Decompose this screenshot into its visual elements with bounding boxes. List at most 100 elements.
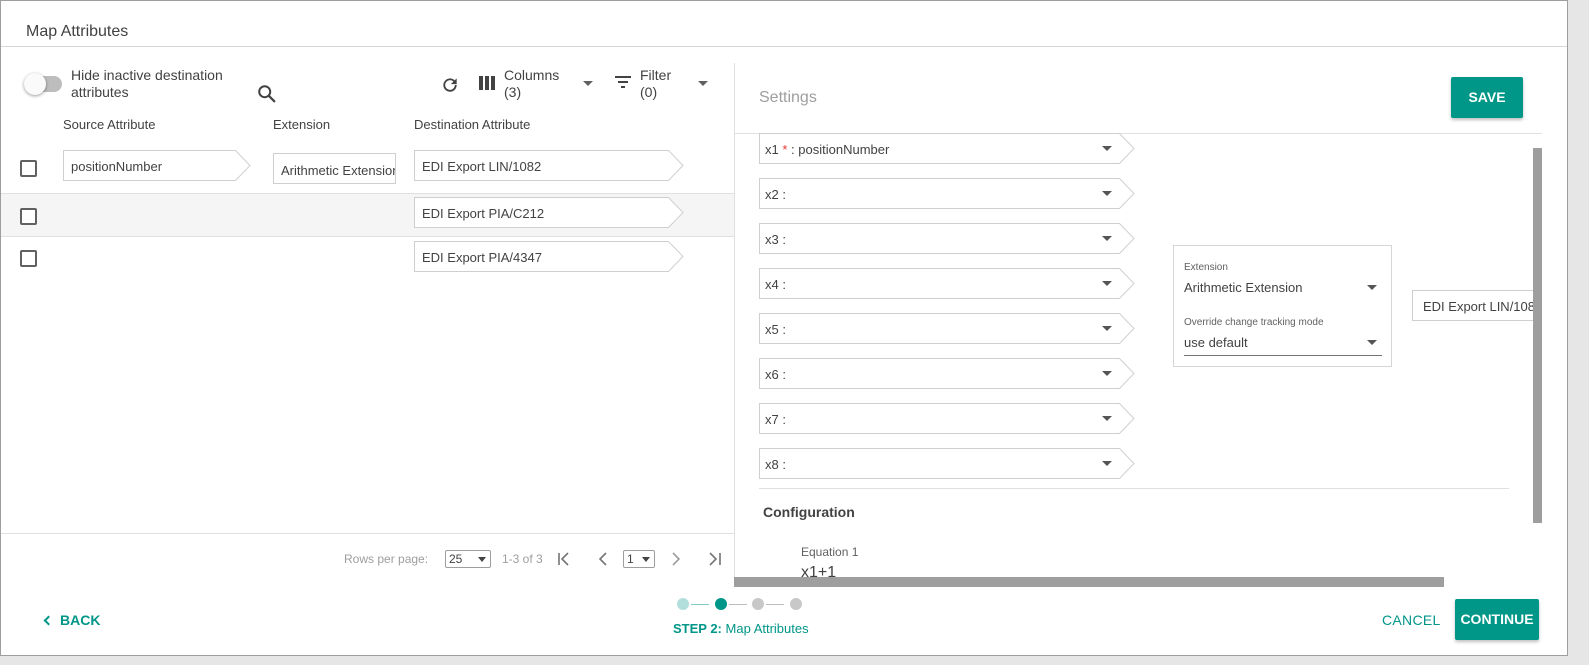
extension-value: Arithmetic Extension xyxy=(281,163,396,178)
step-4-dot xyxy=(790,598,802,610)
variable-name: x4 xyxy=(765,277,779,292)
field-arrow-shape xyxy=(1119,313,1135,344)
variable-name: x1 xyxy=(765,142,779,157)
variable-separator: : xyxy=(778,277,786,292)
rows-per-page-value: 25 xyxy=(449,552,463,566)
variable-name: x2 xyxy=(765,187,779,202)
destination-attribute-field[interactable]: EDI Export LIN/1082 xyxy=(414,150,684,181)
step-label: STEP 2: Map Attributes xyxy=(673,621,809,636)
page-range: 1-3 of 3 xyxy=(502,552,543,566)
wizard-stepper xyxy=(677,598,807,610)
destination-attribute-field[interactable]: EDI Export PIA/4347 xyxy=(414,241,684,272)
page-select[interactable]: 1 xyxy=(623,550,655,568)
field-arrow-shape xyxy=(1119,178,1135,209)
variable-x5-select[interactable]: x5 : xyxy=(759,313,1135,344)
page-title: Map Attributes xyxy=(26,23,129,40)
override-label: Override change tracking mode xyxy=(1184,317,1324,328)
variable-value: positionNumber xyxy=(798,142,890,157)
chevron-down-icon xyxy=(1102,191,1112,196)
extension-label: Extension xyxy=(1184,262,1228,273)
variable-name: x5 xyxy=(765,322,779,337)
step-3-dot xyxy=(752,598,764,610)
variable-x4-select[interactable]: x4 : xyxy=(759,268,1135,299)
field-arrow-shape xyxy=(1119,133,1135,164)
cancel-button[interactable]: CANCEL xyxy=(1382,612,1441,628)
continue-button[interactable]: CONTINUE xyxy=(1455,599,1539,640)
chevron-down-icon xyxy=(642,557,650,562)
columns-icon xyxy=(479,76,495,90)
column-header-destination[interactable]: Destination Attribute xyxy=(414,117,530,132)
row-checkbox[interactable] xyxy=(20,160,37,177)
row-checkbox[interactable] xyxy=(20,208,37,225)
rows-per-page-label: Rows per page: xyxy=(344,552,429,566)
table-footer-divider xyxy=(1,533,734,534)
back-button[interactable]: BACK xyxy=(43,612,100,628)
horizontal-scrollbar[interactable] xyxy=(734,577,1444,587)
rows-per-page-select[interactable]: 25 xyxy=(445,550,491,568)
destination-attribute-field[interactable]: EDI Export PIA/C212 xyxy=(414,197,684,228)
chevron-down-icon xyxy=(1102,236,1112,241)
destination-attribute-value: EDI Export LIN/1082 xyxy=(1423,299,1542,314)
field-arrow-shape xyxy=(1119,268,1135,299)
last-page-icon[interactable] xyxy=(706,551,722,567)
field-arrow-shape xyxy=(1119,448,1135,479)
filter-icon xyxy=(615,76,631,88)
table-row: EDI Export PIA/C212 xyxy=(1,193,734,237)
chevron-down-icon xyxy=(1367,285,1377,290)
destination-attribute-value: EDI Export LIN/1082 xyxy=(422,159,542,174)
extension-settings-card: Extension Arithmetic Extension Override … xyxy=(1173,245,1392,367)
column-header-source[interactable]: Source Attribute xyxy=(63,117,156,132)
override-select[interactable]: use default xyxy=(1184,335,1382,350)
filter-label: Filter xyxy=(640,67,672,83)
step-connector xyxy=(766,604,784,605)
field-arrow-shape xyxy=(1119,223,1135,254)
chevron-down-icon xyxy=(1102,416,1112,421)
filter-count: (0) xyxy=(640,84,658,100)
variable-x6-select[interactable]: x6 : xyxy=(759,358,1135,389)
row-checkbox[interactable] xyxy=(20,250,37,267)
settings-title: Settings xyxy=(759,89,817,106)
hide-inactive-toggle[interactable] xyxy=(24,73,62,95)
vertical-scrollbar[interactable] xyxy=(1533,148,1542,523)
chevron-down-icon xyxy=(1102,326,1112,331)
chevron-down-icon xyxy=(1102,371,1112,376)
variable-separator: : xyxy=(778,457,786,472)
variable-x2-select[interactable]: x2 : xyxy=(759,178,1135,209)
variable-x7-select[interactable]: x7 : xyxy=(759,403,1135,434)
field-arrow-shape xyxy=(235,150,251,181)
columns-caret-icon xyxy=(583,81,593,86)
previous-page-icon[interactable] xyxy=(596,551,612,567)
variable-separator: : xyxy=(778,232,786,247)
source-attribute-field[interactable]: positionNumber xyxy=(63,150,251,181)
save-button[interactable]: SAVE xyxy=(1451,77,1523,118)
extension-field[interactable]: Arithmetic Extension xyxy=(273,153,396,184)
column-header-extension[interactable]: Extension xyxy=(273,117,330,132)
variable-x3-select[interactable]: x3 : xyxy=(759,223,1135,254)
extension-select[interactable]: Arithmetic Extension xyxy=(1184,280,1382,295)
first-page-icon[interactable] xyxy=(557,551,573,567)
next-page-icon[interactable] xyxy=(668,551,684,567)
configuration-divider xyxy=(759,488,1509,489)
hide-inactive-label: Hide inactive destination attributes xyxy=(71,67,223,100)
destination-attribute-value: EDI Export PIA/4347 xyxy=(422,250,542,265)
field-arrow-shape xyxy=(668,197,684,228)
variable-x1-select[interactable]: x1 * : positionNumber xyxy=(759,133,1135,164)
destination-attribute-display: EDI Export LIN/1082 xyxy=(1412,290,1542,321)
variable-name: x6 xyxy=(765,367,779,382)
extension-select-value: Arithmetic Extension xyxy=(1184,280,1303,295)
panel-divider xyxy=(734,63,735,587)
step-connector xyxy=(729,604,747,605)
chevron-down-icon xyxy=(1102,461,1112,466)
table-row: EDI Export PIA/4347 xyxy=(1,238,734,282)
field-arrow-shape xyxy=(668,241,684,272)
columns-count: (3) xyxy=(504,84,522,100)
variable-x8-select[interactable]: x8 : xyxy=(759,448,1135,479)
search-icon[interactable] xyxy=(256,83,278,105)
chevron-left-icon xyxy=(43,615,54,626)
variable-separator: : xyxy=(778,412,786,427)
chevron-down-icon xyxy=(1102,146,1112,151)
variable-name: x7 xyxy=(765,412,779,427)
refresh-icon[interactable] xyxy=(440,75,460,95)
step-connector xyxy=(691,604,709,605)
step-2-dot xyxy=(715,598,727,610)
